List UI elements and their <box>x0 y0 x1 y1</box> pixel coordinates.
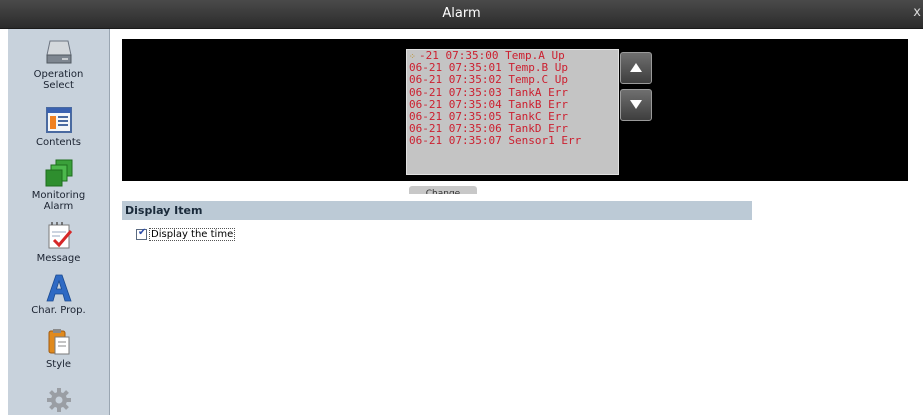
triangle-down-icon <box>630 100 642 109</box>
triangle-up-icon <box>630 63 642 72</box>
sidebar-item-label: Contents <box>36 137 81 148</box>
sidebar-item-char-prop[interactable]: Char. Prop. <box>8 273 109 316</box>
alarm-row-text: -21 07:35:00 Temp.A Up <box>419 49 565 62</box>
sidebar-item-settings[interactable] <box>8 387 109 415</box>
letter-a-icon <box>44 273 74 303</box>
sidebar-item-message[interactable]: Message <box>8 221 109 264</box>
scroll-down-button[interactable] <box>620 89 652 121</box>
notepad-check-icon <box>44 221 74 251</box>
change-button-label: Change <box>425 189 461 194</box>
alarm-row: 06-21 07:35:07 Sensor1 Err <box>409 134 582 148</box>
sidebar-item-label: Monitoring Alarm <box>31 190 86 212</box>
close-icon[interactable]: x <box>913 5 921 20</box>
alarm-preview: ⁘ -21 07:35:00 Temp.A Up 06-21 07:35:01 T… <box>122 39 908 194</box>
sidebar-item-label: Message <box>36 253 81 264</box>
section-title: Display Item <box>125 204 203 217</box>
main-panel: ⁘ -21 07:35:00 Temp.A Up 06-21 07:35:01 T… <box>110 29 923 415</box>
alarm-list[interactable]: ⁘ -21 07:35:00 Temp.A Up 06-21 07:35:01 T… <box>406 49 619 175</box>
sidebar-item-monitoring-alarm[interactable]: Monitoring Alarm <box>8 158 109 212</box>
display-time-checkbox[interactable]: ✔ <box>136 227 147 240</box>
sidebar-item-contents[interactable]: Contents <box>8 105 109 148</box>
title-bar: Alarm x <box>0 0 923 29</box>
gear-icon <box>46 387 72 413</box>
display-item-header: Display Item <box>122 201 752 220</box>
display-time-label[interactable]: Display the time <box>149 228 236 241</box>
sidebar-item-operation-select[interactable]: Operation Select <box>8 37 109 91</box>
alarm-row: 06-21 07:35:02 Temp.C Up <box>409 73 568 87</box>
sidebar-item-label: Style <box>45 359 72 370</box>
list-window-icon <box>44 105 74 135</box>
sidebar: Operation Select Contents Monitoring Ala… <box>8 29 110 415</box>
clipboard-page-icon <box>44 327 74 357</box>
checkmark-icon: ✔ <box>138 227 147 238</box>
sidebar-item-style[interactable]: Style <box>8 327 109 370</box>
window-title: Alarm <box>442 6 481 21</box>
scroll-up-button[interactable] <box>620 52 652 84</box>
sidebar-item-label: Char. Prop. <box>31 305 86 316</box>
change-button[interactable]: Change <box>409 186 477 194</box>
alarm-row: 06-21 07:35:03 TankA Err <box>409 85 568 99</box>
hard-drive-icon <box>44 37 74 67</box>
sidebar-item-label: Operation Select <box>33 69 84 91</box>
stacked-squares-icon <box>44 158 74 188</box>
